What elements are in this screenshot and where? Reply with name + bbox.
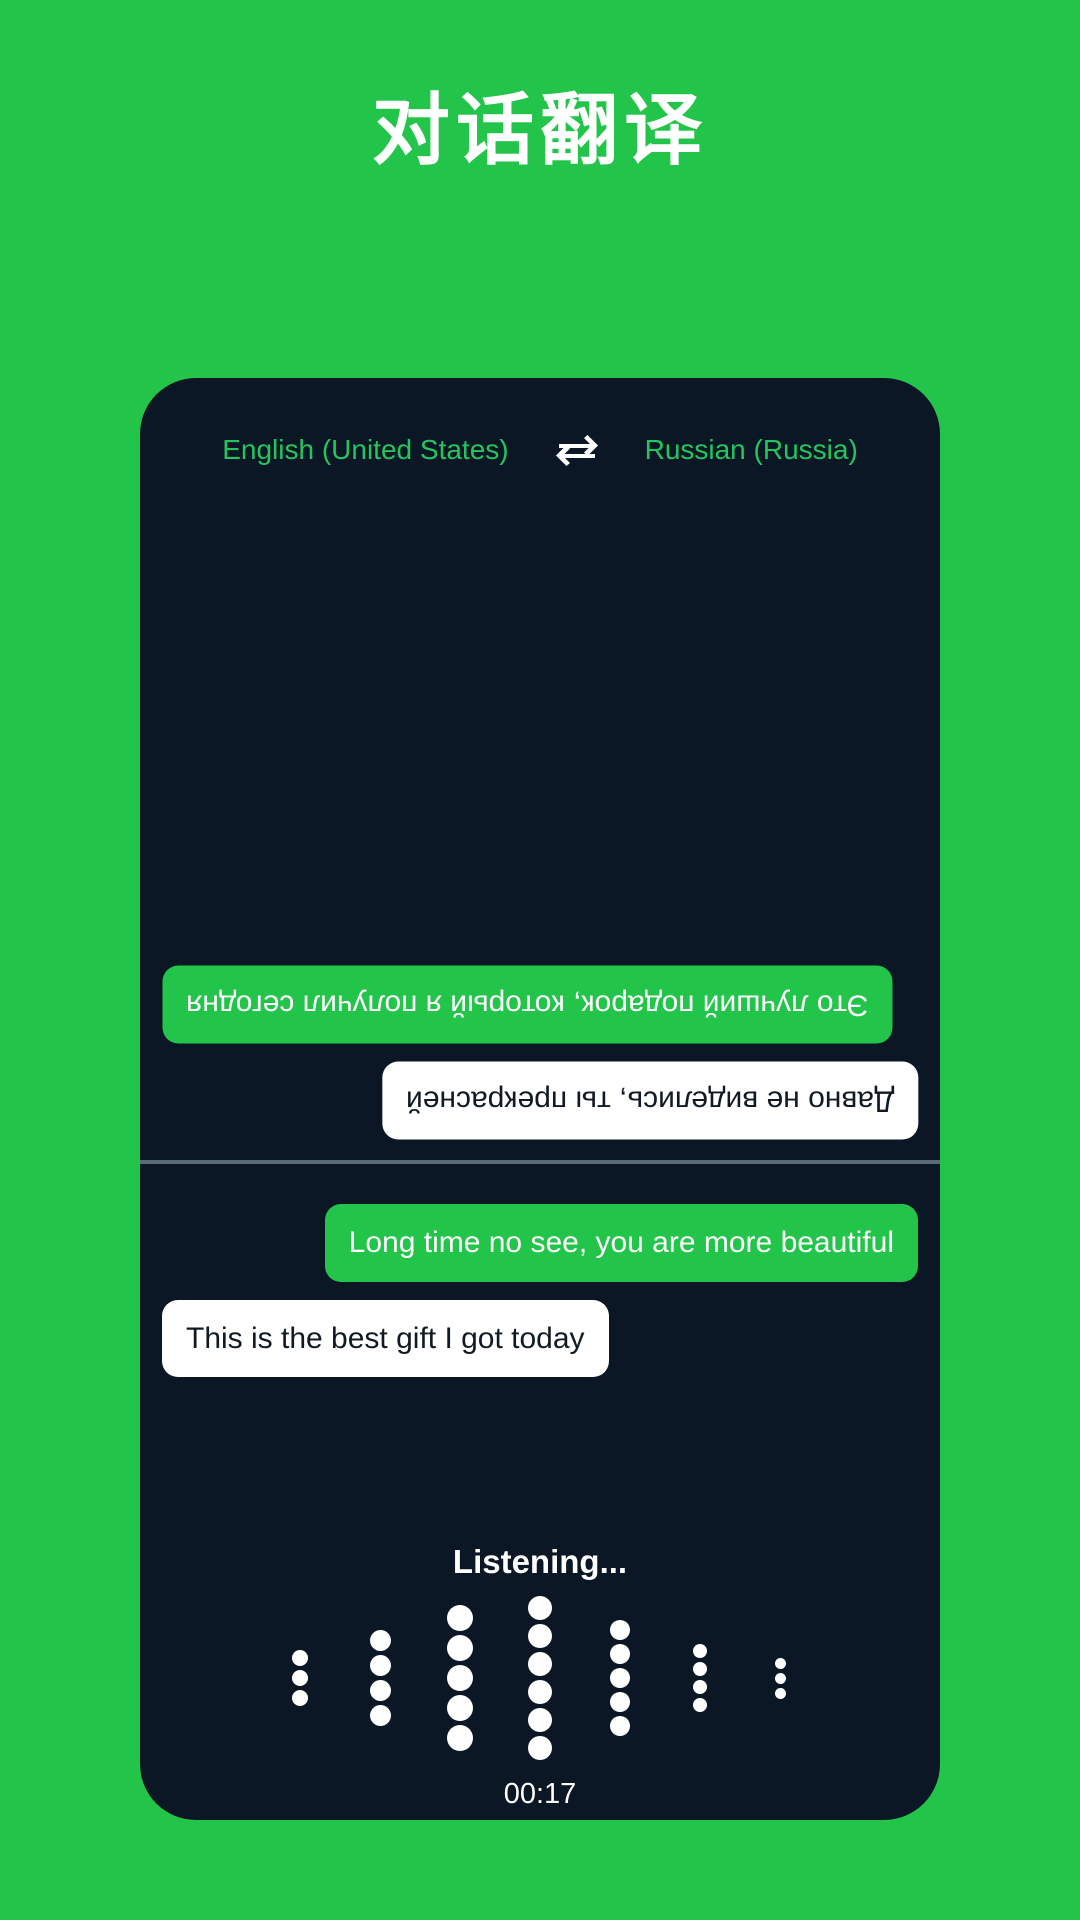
swap-horizontal-icon[interactable]: [555, 433, 599, 467]
waveform-dot: [693, 1662, 707, 1676]
waveform-dot: [610, 1668, 630, 1688]
waveform-dot: [369, 1705, 391, 1726]
waveform-dot: [774, 1657, 786, 1669]
source-language[interactable]: English (United States): [222, 434, 508, 466]
waveform-dot: [610, 1692, 630, 1712]
waveform-dot: [369, 1655, 391, 1676]
message-bubble-remote-green: Это лучший подарок, который я получил се…: [162, 966, 893, 1044]
waveform-column: [420, 1583, 500, 1773]
waveform-dot: [447, 1665, 473, 1691]
waveform-dot: [447, 1635, 473, 1661]
waveform-dot: [447, 1695, 473, 1721]
message-row: This is the best gift I got today: [162, 1299, 918, 1377]
waveform-dot: [528, 1596, 552, 1620]
waveform-dot: [610, 1620, 630, 1640]
message-row: Long time no see, you are more beautiful: [162, 1204, 918, 1282]
message-bubble-local-white: This is the best gift I got today: [162, 1299, 609, 1377]
waveform-dot: [528, 1736, 552, 1760]
waveform-column: [340, 1583, 420, 1773]
waveform-dot: [693, 1644, 707, 1658]
waveform-column: [500, 1583, 580, 1773]
waveform-column: [580, 1583, 660, 1773]
waveform-dot: [528, 1624, 552, 1648]
waveform-dot: [610, 1644, 630, 1664]
remote-conversation-pane: Это лучший подарок, который я получил се…: [140, 498, 940, 1153]
listening-status: Listening...: [452, 1543, 628, 1580]
waveform-dot: [447, 1605, 473, 1631]
waveform-dot: [292, 1650, 308, 1666]
waveform-column: [260, 1583, 340, 1773]
waveform-dot: [369, 1680, 391, 1701]
waveform-dot: [774, 1687, 786, 1699]
target-language[interactable]: Russian (Russia): [645, 434, 858, 466]
pane-divider: [140, 1160, 940, 1164]
message-row: Это лучший подарок, который я получил се…: [162, 966, 918, 1044]
waveform-dot: [292, 1670, 308, 1686]
recording-timer: 00:17: [503, 1778, 577, 1810]
waveform-column: [740, 1583, 820, 1773]
message-bubble-local-green: Long time no see, you are more beautiful: [324, 1204, 918, 1282]
waveform-dot: [528, 1708, 552, 1732]
waveform-dot: [693, 1680, 707, 1694]
waveform-dot: [447, 1725, 473, 1751]
translation-card: English (United States) Russian (Russia)…: [140, 378, 940, 1820]
waveform-dot: [528, 1652, 552, 1676]
waveform-dot: [693, 1698, 707, 1712]
page-title: 对话翻译: [371, 86, 708, 174]
waveform-dot: [528, 1680, 552, 1704]
message-row: Давно не виделись, ты прекрасней: [162, 1061, 918, 1139]
waveform-dot: [774, 1672, 786, 1684]
waveform-dot: [610, 1716, 630, 1736]
waveform-column: [660, 1583, 740, 1773]
audio-waveform: [140, 1583, 940, 1773]
language-bar: English (United States) Russian (Russia): [140, 408, 940, 492]
waveform-dot: [369, 1630, 391, 1651]
waveform-dot: [292, 1690, 308, 1706]
message-bubble-remote-white: Давно не виделись, ты прекрасней: [381, 1061, 918, 1139]
local-conversation-pane: Long time no see, you are more beautiful…: [140, 1168, 940, 1558]
